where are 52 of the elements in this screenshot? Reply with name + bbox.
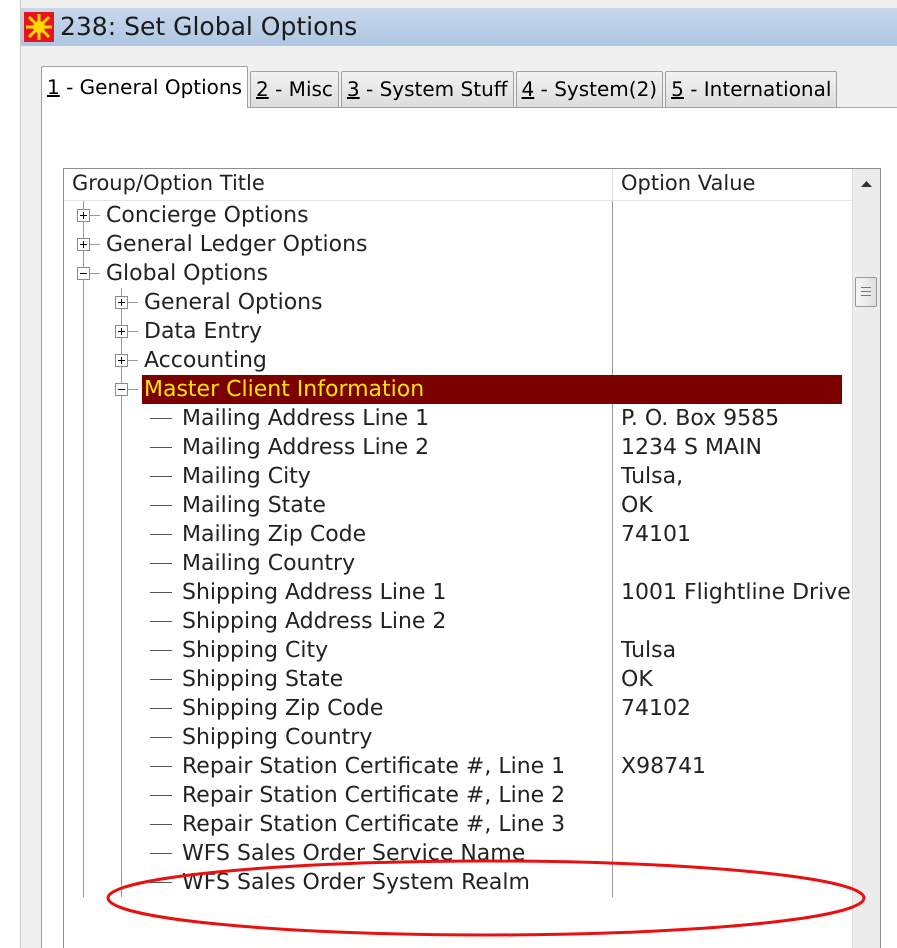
- option-value: 1234 S MAIN: [621, 434, 762, 462]
- option-value: 74102: [621, 694, 691, 722]
- option-value: OK: [621, 492, 653, 520]
- expand-icon[interactable]: [115, 324, 128, 338]
- expand-icon[interactable]: [77, 238, 90, 250]
- tree-item-label[interactable]: Shipping Zip Code: [180, 694, 386, 722]
- tree-item-label[interactable]: Data Entry: [142, 316, 264, 346]
- tree-item-label[interactable]: Mailing Zip Code: [180, 520, 368, 548]
- tree-item-label[interactable]: Shipping State: [180, 664, 346, 694]
- column-header[interactable]: Option Value: [613, 168, 852, 200]
- scrollbar[interactable]: [852, 168, 880, 948]
- tab[interactable]: 4 - System(2): [516, 70, 664, 106]
- tree-item-label[interactable]: Repair Station Certificate #, Line 3: [180, 810, 568, 838]
- tree-item-label[interactable]: Accounting: [142, 346, 269, 374]
- option-value: X98741: [621, 752, 706, 780]
- tree-item-label[interactable]: General Options: [142, 288, 325, 316]
- tab[interactable]: 3 - System Stuff: [340, 70, 514, 106]
- collapse-icon[interactable]: [115, 382, 128, 396]
- tree-item-label[interactable]: Shipping City: [180, 636, 330, 664]
- tree-item-label[interactable]: Repair Station Certificate #, Line 2: [180, 780, 568, 810]
- expand-icon[interactable]: [115, 354, 128, 366]
- tree-item-label[interactable]: Mailing Address Line 2: [180, 432, 432, 462]
- tab[interactable]: 5 - International: [665, 70, 838, 106]
- tree-item-label[interactable]: Global Options: [104, 258, 270, 288]
- tab[interactable]: 2 - Misc: [250, 70, 339, 106]
- tree-item-label[interactable]: Master Client Information: [142, 374, 842, 404]
- tree-item-label[interactable]: Mailing Country: [180, 548, 358, 578]
- option-value: 74101: [621, 520, 691, 548]
- collapse-icon[interactable]: [77, 266, 90, 280]
- column-header[interactable]: Group/Option Title: [64, 168, 612, 200]
- expand-icon[interactable]: [77, 208, 90, 222]
- option-value: Tulsa: [621, 636, 676, 664]
- tree-item-label[interactable]: Mailing Address Line 1: [180, 404, 432, 432]
- option-value: 1001 Flightline Drive: [621, 578, 851, 606]
- tree-item-label[interactable]: General Ledger Options: [104, 230, 370, 258]
- tree-item-label[interactable]: Mailing City: [180, 462, 313, 490]
- scrollbar-thumb[interactable]: [855, 276, 877, 306]
- tree-item-label[interactable]: Shipping Country: [180, 722, 374, 752]
- tree-item-label[interactable]: Shipping Address Line 2: [180, 606, 448, 636]
- sun-icon: [24, 12, 54, 42]
- tree-item-label[interactable]: Repair Station Certificate #, Line 1: [180, 752, 568, 780]
- tree-item-label[interactable]: WFS Sales Order Service Name: [180, 838, 528, 868]
- tab[interactable]: 1 - General Options: [41, 66, 248, 108]
- tree-item-label[interactable]: Shipping Address Line 1: [180, 578, 448, 606]
- option-value: OK: [621, 666, 653, 694]
- tree-item-label[interactable]: Concierge Options: [104, 200, 311, 230]
- option-value: Tulsa,: [621, 462, 684, 490]
- expand-icon[interactable]: [115, 296, 128, 308]
- option-value: P. O. Box 9585: [621, 404, 780, 432]
- tree-item-label[interactable]: Mailing State: [180, 490, 328, 520]
- scroll-up-icon[interactable]: [861, 180, 872, 186]
- window-title: 238: Set Global Options: [60, 11, 358, 43]
